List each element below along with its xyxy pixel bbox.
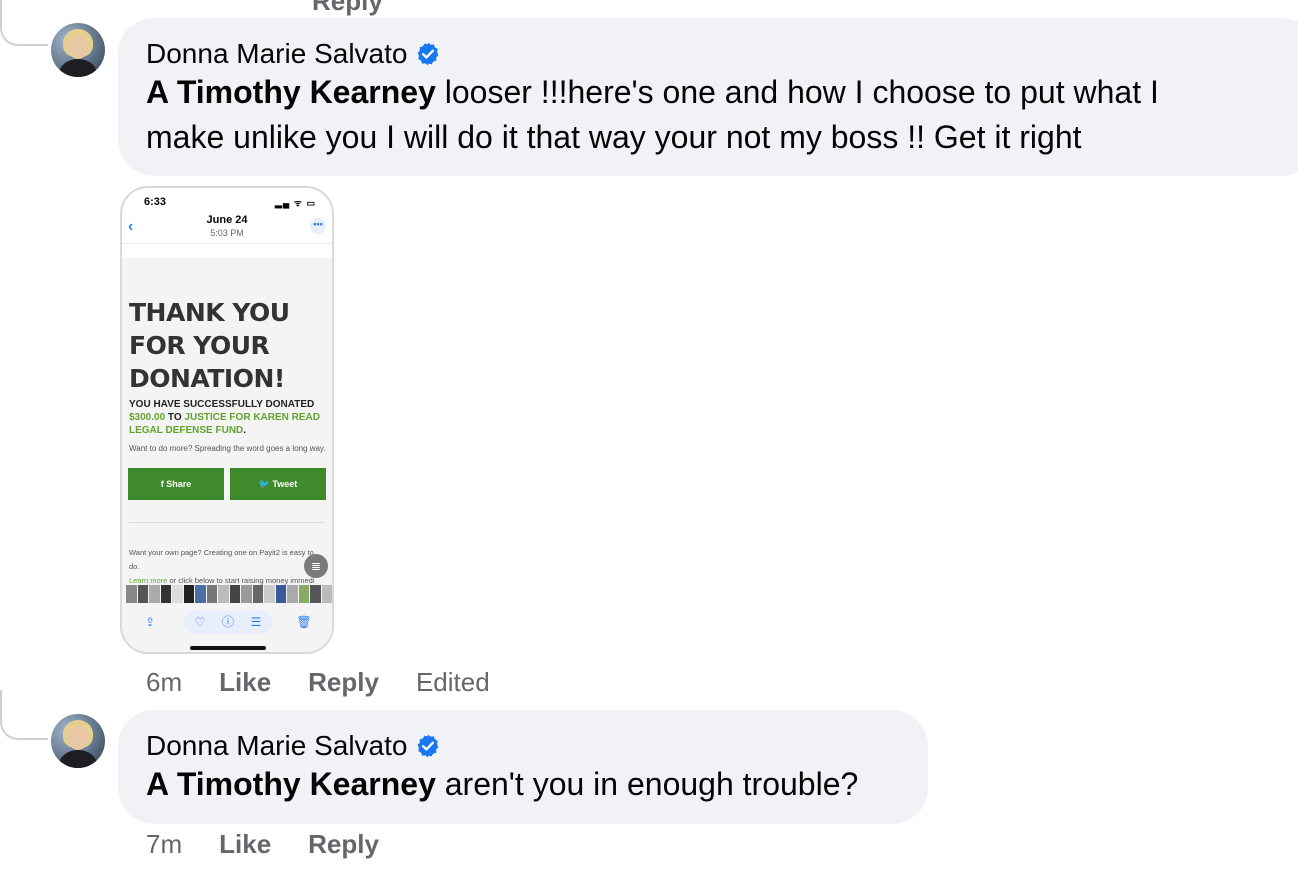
avatar[interactable] [51, 714, 105, 768]
photo-thumbnail [321, 585, 332, 603]
photo-thumbnail [275, 585, 286, 603]
share-icon: ⇪ [144, 615, 156, 629]
comment-text: A Timothy Kearney looser !!!here's one a… [146, 74, 1159, 155]
comment-bubble: Donna Marie Salvato A Timothy Kearney ar… [118, 710, 928, 824]
reply-button[interactable]: Reply [308, 829, 379, 860]
donation-confirmation-text: YOU HAVE SUCCESSFULLY DONATED $300.00 TO… [129, 399, 320, 436]
photo-thumbnail [287, 585, 298, 603]
photo-thumbnail [183, 585, 194, 603]
share-button: f Share [128, 468, 224, 500]
comment-author[interactable]: Donna Marie Salvato [146, 38, 407, 70]
phone-nav-bar: ‹ June 24 5:03 PM ••• [122, 212, 332, 244]
photo-thumbnail [252, 585, 263, 603]
donation-headline: THANK YOU FOR YOUR DONATION! [129, 298, 290, 393]
thread-connector-line [0, 690, 48, 740]
donation-subtext: Want to do more? Spreading the word goes… [129, 444, 326, 453]
comment-text: A Timothy Kearney aren't you in enough t… [146, 766, 859, 802]
comment-timestamp[interactable]: 7m [146, 829, 182, 860]
photo-thumbnail [172, 585, 183, 603]
photo-thumbnail [126, 585, 137, 603]
comment-actions: 7m Like Reply [146, 829, 379, 860]
photo-thumbnail [298, 585, 309, 603]
comment-bubble: Donna Marie Salvato A Timothy Kearney lo… [118, 18, 1298, 176]
mention-link[interactable]: A Timothy Kearney [146, 766, 436, 802]
heart-icon: ♡ [194, 615, 206, 629]
adjust-icon: ☰ [250, 615, 262, 629]
more-icon: ••• [310, 218, 326, 234]
tweet-button: 🐦 Tweet [230, 468, 326, 500]
photo-thumbnail [137, 585, 148, 603]
photo-thumbnail [218, 585, 229, 603]
live-text-icon: ≣ [304, 554, 328, 578]
avatar[interactable] [51, 23, 105, 77]
signal-wifi-battery-icon: ▂▄ ᯤ ▭ [274, 198, 316, 208]
photo-thumbnail [229, 585, 240, 603]
reply-button[interactable]: Reply [308, 667, 379, 698]
own-page-text: Want your own page? Creating one on Payi… [129, 548, 315, 585]
home-indicator [190, 646, 266, 650]
mention-link[interactable]: A Timothy Kearney [146, 74, 436, 110]
photo-thumbnail [160, 585, 171, 603]
divider [129, 522, 325, 523]
photo-thumbnail [195, 585, 206, 603]
verified-badge-icon [418, 42, 439, 66]
previous-comment-reply-link[interactable]: Reply [312, 0, 383, 17]
comment-timestamp[interactable]: 6m [146, 667, 182, 698]
edited-label: Edited [415, 667, 490, 697]
photo-thumbnail [206, 585, 217, 603]
comment-author[interactable]: Donna Marie Salvato [146, 730, 407, 762]
verified-badge-icon [418, 734, 439, 758]
photo-thumbnail [241, 585, 252, 603]
photos-toolbar: ⇪ ♡ ⓘ ☰ 🗑 [122, 608, 332, 638]
trash-icon: 🗑 [296, 615, 312, 629]
comment-actions: 6m Like Reply Edited [146, 667, 490, 698]
like-button[interactable]: Like [219, 829, 271, 860]
photo-thumbnail-strip [126, 585, 332, 603]
photo-thumbnail [310, 585, 321, 603]
like-button[interactable]: Like [219, 667, 271, 698]
info-icon: ⓘ [221, 615, 234, 629]
photo-thumbnail [149, 585, 160, 603]
thread-connector-line [0, 0, 48, 46]
comment-image-attachment[interactable]: 6:33 ▂▄ ᯤ ▭ ‹ June 24 5:03 PM ••• THANK … [120, 186, 334, 654]
photo-thumbnail [264, 585, 275, 603]
